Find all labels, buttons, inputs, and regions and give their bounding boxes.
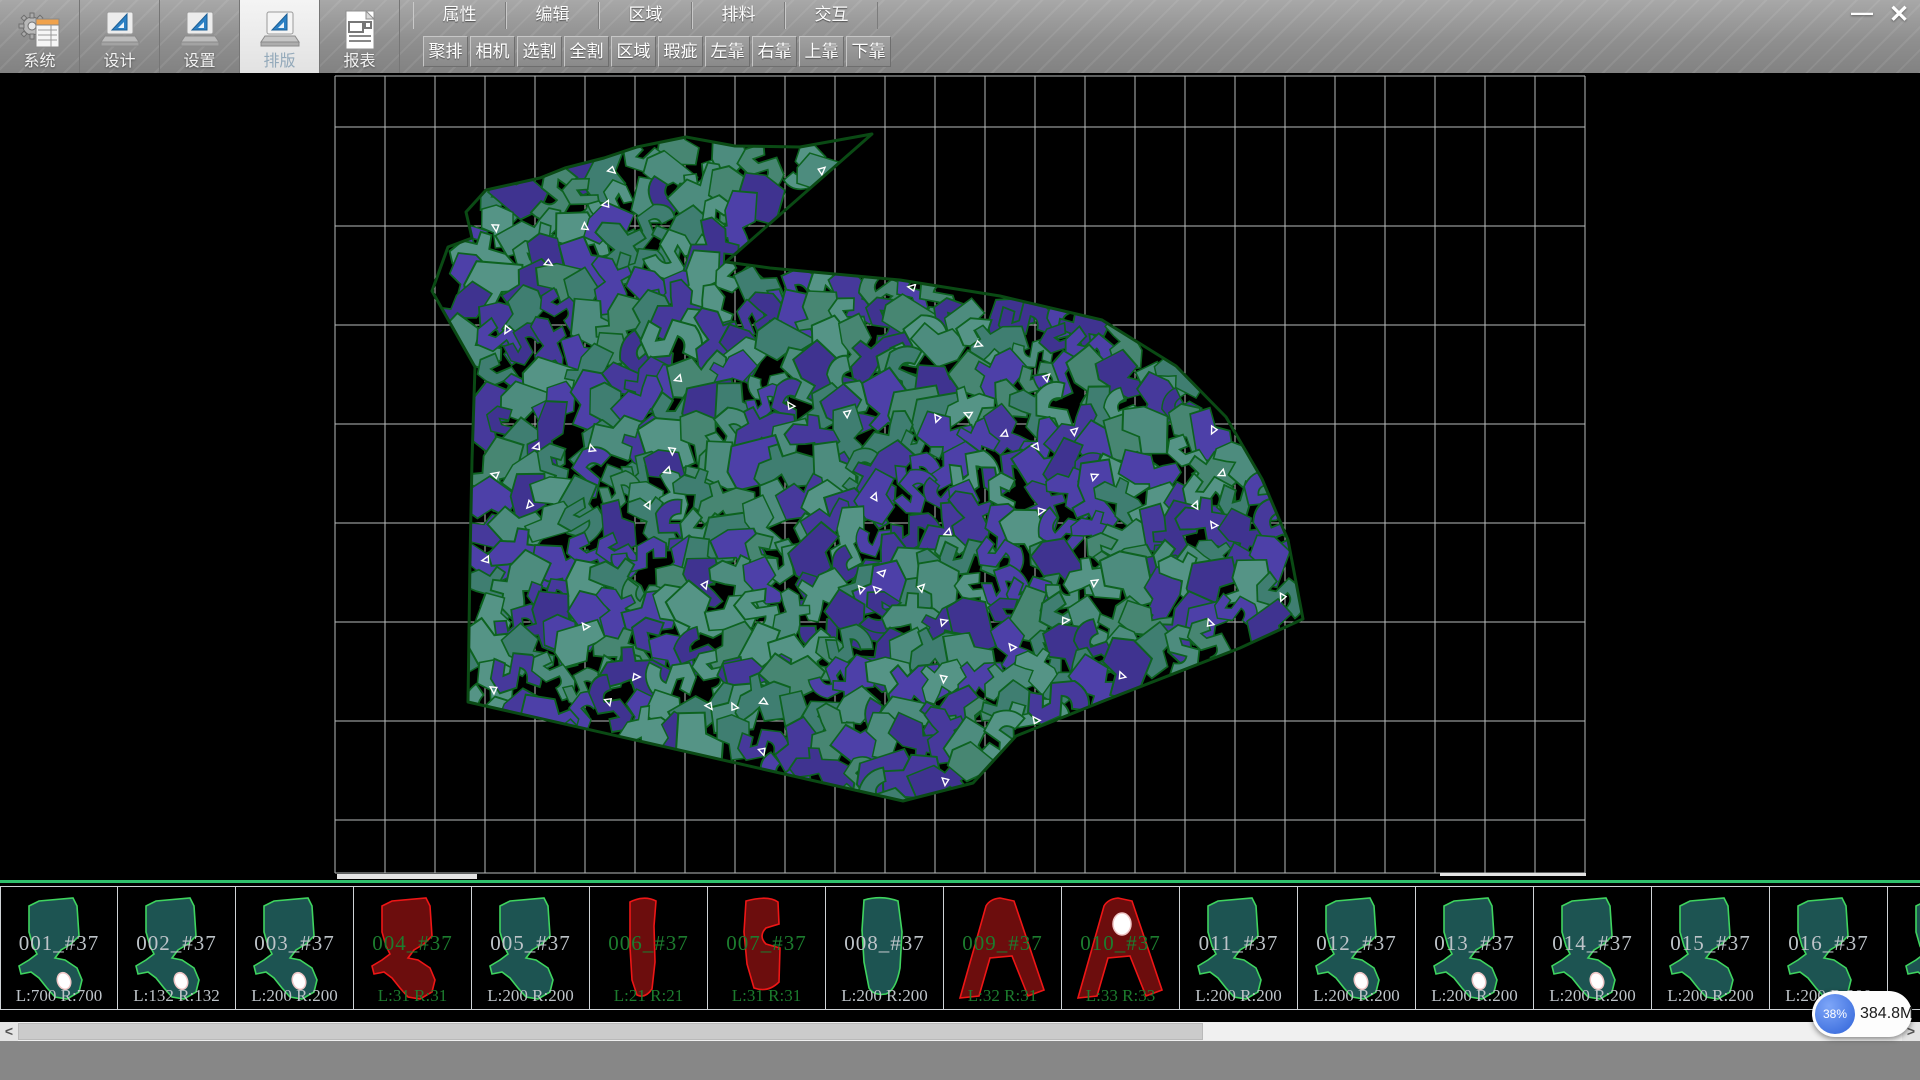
part-thumbnail[interactable]: 010_#37 L:33 R:33 <box>1062 886 1180 1010</box>
part-thumbnail[interactable]: 004_#37 L:31 R:31 <box>354 886 472 1010</box>
part-id-label: 016_#37 <box>1770 931 1887 956</box>
tool-cut-all[interactable]: 全割 <box>564 36 609 67</box>
part-lr-count: L:200 R:200 <box>1534 986 1651 1006</box>
part-id-label: 004_#37 <box>354 931 471 956</box>
design-laptop-icon <box>97 10 143 52</box>
part-thumbnail[interactable]: 005_#37 L:200 R:200 <box>472 886 590 1010</box>
part-thumbnail[interactable]: 014_#37 L:200 R:200 <box>1534 886 1652 1010</box>
tab-design[interactable]: 设计 <box>80 0 160 73</box>
part-lr-count: L:200 R:200 <box>826 986 943 1006</box>
nesting-canvas[interactable] <box>0 73 1920 880</box>
tab-settings[interactable]: 设置 <box>160 0 240 73</box>
part-lr-count: L:200 R:200 <box>472 986 589 1006</box>
part-id-label: 001_#37 <box>1 931 117 956</box>
main-tabs: 系统 设计 设置 <box>0 0 400 73</box>
part-lr-count: L:33 R:33 <box>1062 986 1179 1006</box>
menu-region[interactable]: 区域 <box>599 2 692 29</box>
part-id-label: 013_#37 <box>1416 931 1533 956</box>
tab-system[interactable]: 系统 <box>0 0 80 73</box>
part-thumbnail[interactable]: 006_#37 L:21 R:21 <box>590 886 708 1010</box>
close-button[interactable]: ✕ <box>1882 3 1916 27</box>
menu-interact[interactable]: 交互 <box>785 2 878 29</box>
scroll-left-arrow[interactable]: < <box>0 1022 18 1041</box>
memory-overlay[interactable]: 38% 384.8M <box>1812 991 1912 1037</box>
tool-select-cut[interactable]: 选割 <box>517 36 562 67</box>
part-id-label: 005_#37 <box>472 931 589 956</box>
part-lr-count: L:200 R:200 <box>236 986 353 1006</box>
part-lr-count: L:31 R:31 <box>354 986 471 1006</box>
tool-defect[interactable]: 瑕疵 <box>658 36 703 67</box>
tool-camera[interactable]: 相机 <box>470 36 515 67</box>
window-footer <box>0 1041 1920 1080</box>
minimize-button[interactable]: — <box>1846 3 1878 27</box>
tab-design-label: 设计 <box>103 53 135 71</box>
part-thumbnail[interactable]: 012_#37 L:200 R:200 <box>1298 886 1416 1010</box>
tab-system-label: 系统 <box>23 53 55 71</box>
tool-region[interactable]: 区域 <box>611 36 656 67</box>
part-thumbnail[interactable]: 011_#37 L:200 R:200 <box>1180 886 1298 1010</box>
tool-bar: 聚排 相机 选割 全割 区域 瑕疵 左靠 右靠 上靠 下靠 <box>423 36 891 67</box>
part-id-label: 008_#37 <box>826 931 943 956</box>
tab-report-label: 报表 <box>343 53 375 71</box>
part-id-label: 015_#37 <box>1652 931 1769 956</box>
part-lr-count: L:21 R:21 <box>590 986 707 1006</box>
part-id-label: 014_#37 <box>1534 931 1651 956</box>
tab-settings-label: 设置 <box>183 53 215 71</box>
tool-align-top[interactable]: 上靠 <box>799 36 844 67</box>
part-lr-count: L:200 R:200 <box>1416 986 1533 1006</box>
part-lr-count: L:200 R:200 <box>1180 986 1297 1006</box>
part-thumbnail[interactable]: 001_#37 L:700 R:700 <box>0 886 118 1010</box>
part-thumbnail[interactable]: 009_#37 L:32 R:31 <box>944 886 1062 1010</box>
part-id-label: 009_#37 <box>944 931 1061 956</box>
percent-badge: 38% <box>1815 994 1855 1034</box>
tab-layout-label: 排版 <box>263 53 295 71</box>
menu-bar: 属性 编辑 区域 排料 交互 <box>413 2 878 29</box>
menu-properties[interactable]: 属性 <box>413 2 506 29</box>
part-thumbnail[interactable]: 002_#37 L:132 R:132 <box>118 886 236 1010</box>
part-id-label: 010_#37 <box>1062 931 1179 956</box>
part-lr-count: L:132 R:132 <box>118 986 235 1006</box>
parts-tray: 001_#37L:700 R:700002_#37L:132 R:132003_… <box>0 880 1920 1010</box>
menu-edit[interactable]: 编辑 <box>506 2 599 29</box>
part-lr-count: L:31 R:31 <box>708 986 825 1006</box>
part-id-label: 007_#37 <box>708 931 825 956</box>
part-lr-count: L:200 R:200 <box>1652 986 1769 1006</box>
part-id-label: 011_#37 <box>1180 931 1297 956</box>
part-thumbnail[interactable]: 013_#37 L:200 R:200 <box>1416 886 1534 1010</box>
part-lr-count: L:32 R:31 <box>944 986 1061 1006</box>
part-thumbnail[interactable]: 003_#37 L:200 R:200 <box>236 886 354 1010</box>
tool-cluster-nest[interactable]: 聚排 <box>423 36 468 67</box>
part-lr-count: L:700 R:700 <box>1 986 117 1006</box>
system-gear-icon <box>17 10 63 52</box>
horizontal-scrollbar[interactable]: < > <box>0 1022 1920 1041</box>
tool-align-left[interactable]: 左靠 <box>705 36 750 67</box>
part-thumbnail[interactable]: 015_#37 L:200 R:200 <box>1652 886 1770 1010</box>
part-id-label: 006_#37 <box>590 931 707 956</box>
part-id-label: 002_#37 <box>118 931 235 956</box>
part-lr-count: L:200 R:200 <box>1298 986 1415 1006</box>
layout-laptop-icon <box>257 10 303 52</box>
tab-report[interactable]: 报表 <box>320 0 400 73</box>
toolbar: 系统 设计 设置 <box>0 0 1920 73</box>
part-thumbnail[interactable]: 008_#37 L:200 R:200 <box>826 886 944 1010</box>
part-id-label: 012_#37 <box>1298 931 1415 956</box>
report-document-icon <box>337 10 383 52</box>
memory-value: 384.8M <box>1860 991 1913 1037</box>
scrollbar-thumb[interactable] <box>18 1023 1203 1040</box>
app-window: 系统 设计 设置 <box>0 0 1920 1080</box>
part-id-label: 0 <box>1888 931 1920 956</box>
part-thumbnail[interactable]: 007_#37 L:31 R:31 <box>708 886 826 1010</box>
tab-layout[interactable]: 排版 <box>240 0 320 73</box>
tool-align-right[interactable]: 右靠 <box>752 36 797 67</box>
part-id-label: 003_#37 <box>236 931 353 956</box>
tool-align-bottom[interactable]: 下靠 <box>846 36 891 67</box>
menu-nesting[interactable]: 排料 <box>692 2 785 29</box>
settings-laptop-icon <box>177 10 223 52</box>
